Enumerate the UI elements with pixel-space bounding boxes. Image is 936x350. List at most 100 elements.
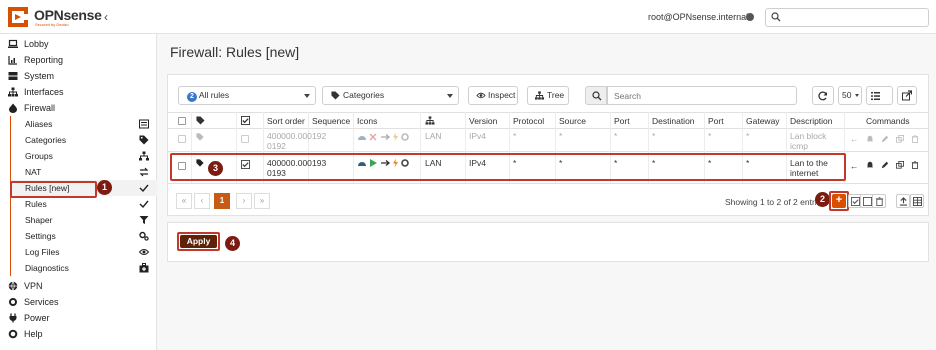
column-header-sort-order[interactable]: Sort order	[267, 116, 305, 126]
tag-icon[interactable]	[196, 116, 205, 125]
table-header-border	[168, 128, 928, 129]
sidebar-item-firewall[interactable]: Firewall	[0, 100, 157, 116]
clone-icon[interactable]	[896, 161, 904, 169]
column-header-protocol[interactable]: Protocol	[513, 116, 544, 126]
cell-source-port: *	[614, 131, 618, 141]
sidebar-item-system[interactable]: System	[0, 68, 157, 84]
pagination-last[interactable]: »	[254, 193, 270, 209]
pagination-prev[interactable]: ‹	[194, 193, 210, 209]
sidebar-item-label: NAT	[25, 167, 42, 177]
rule-enabled-checkbox[interactable]	[241, 135, 249, 143]
add-rule-button[interactable]: +	[832, 194, 846, 208]
delete-selected-button[interactable]	[872, 194, 886, 208]
column-divider	[844, 112, 845, 183]
categories-select[interactable]: Categories	[322, 86, 459, 105]
rule-icons	[358, 158, 409, 168]
cell-destination-port: *	[708, 131, 712, 141]
cell-sequence: 192	[312, 131, 327, 141]
sidebar-item-nat[interactable]: NAT	[10, 164, 157, 180]
row-select-checkbox[interactable]	[178, 162, 186, 170]
row-select-checkbox[interactable]	[178, 135, 186, 143]
rule-enabled-checkbox[interactable]	[241, 160, 250, 169]
export-button[interactable]	[897, 86, 917, 105]
top-bar: OPNsense Secured by Deciso ‹ root@OPNsen…	[0, 0, 936, 34]
page-size-value: 50	[842, 90, 852, 100]
clone-icon[interactable]	[896, 135, 904, 143]
sidebar-item-aliases[interactable]: Aliases	[10, 116, 157, 132]
column-header-gateway[interactable]: Gateway	[746, 116, 780, 126]
sidebar-item-reporting[interactable]: Reporting	[0, 52, 157, 68]
sidebar-item-services[interactable]: Services	[0, 294, 157, 310]
cell-description: Lan to the internet	[790, 158, 828, 178]
quick-arrow-icon	[381, 134, 391, 140]
sidebar-item-lobby[interactable]: Lobby	[0, 36, 157, 52]
sidebar-item-rules-new[interactable]: Rules [new]	[10, 180, 157, 196]
sidebar-item-vpn[interactable]: VPN	[0, 278, 157, 294]
column-header-source-port[interactable]: Port	[614, 116, 630, 126]
move-before-icon[interactable]: ←	[850, 161, 859, 171]
eye-icon	[139, 249, 149, 255]
column-header-description[interactable]: Description	[790, 116, 833, 126]
sidebar-item-rules[interactable]: Rules	[10, 196, 157, 212]
sidebar-item-help[interactable]: Help	[0, 326, 157, 342]
tree-button[interactable]: Tree	[527, 86, 569, 105]
refresh-button[interactable]	[812, 86, 834, 105]
bell-icon[interactable]	[866, 135, 874, 143]
column-select-button[interactable]	[866, 86, 893, 105]
cell-protocol: *	[513, 158, 517, 168]
sitemap-icon	[8, 87, 18, 97]
trash-icon[interactable]	[911, 161, 919, 169]
sidebar-item-interfaces[interactable]: Interfaces	[0, 84, 157, 100]
user-label[interactable]: root@OPNsense.internal	[648, 12, 748, 22]
table-icon	[913, 197, 922, 206]
inspect-button-label: Inspect	[488, 90, 516, 100]
column-divider	[191, 112, 192, 183]
opnsense-logo[interactable]: OPNsense Secured by Deciso	[6, 5, 114, 29]
column-header-destination-port[interactable]: Port	[708, 116, 724, 126]
trash-icon[interactable]	[911, 135, 919, 143]
global-search[interactable]	[765, 8, 929, 27]
grid-view-button[interactable]	[910, 194, 924, 208]
global-search-input[interactable]	[786, 10, 926, 25]
check-icon	[139, 200, 149, 209]
column-divider	[704, 112, 705, 183]
sidebar-item-groups[interactable]: Groups	[10, 148, 157, 164]
sidebar-item-label: Diagnostics	[25, 263, 69, 273]
sidebar-item-log-files[interactable]: Log Files	[10, 244, 157, 260]
bell-icon[interactable]	[866, 161, 874, 169]
pagination-next[interactable]: ›	[236, 193, 252, 209]
sidebar-item-categories[interactable]: Categories	[10, 132, 157, 148]
chevron-down-icon	[447, 94, 453, 98]
cell-source-port: *	[614, 158, 618, 168]
column-header-sequence[interactable]: Sequence	[312, 116, 350, 126]
edit-icon[interactable]	[881, 135, 889, 143]
sidebar-item-settings[interactable]: Settings	[10, 228, 157, 244]
edit-icon[interactable]	[881, 161, 889, 169]
interface-select[interactable]: 2 All rules	[178, 86, 316, 105]
column-header-destination[interactable]: Destination	[652, 116, 695, 126]
callout-badge-2: 2	[815, 192, 830, 207]
sidebar-item-label: Categories	[25, 135, 67, 145]
sidebar-item-shaper[interactable]: Shaper	[10, 212, 157, 228]
pagination-first[interactable]: «	[176, 193, 192, 209]
sidebar-item-diagnostics[interactable]: Diagnostics	[10, 260, 157, 276]
column-header-icons[interactable]: Icons	[357, 116, 377, 126]
cell-sequence: 193	[312, 158, 327, 168]
network-icon[interactable]	[425, 116, 435, 125]
column-header-version[interactable]: Version	[469, 116, 497, 126]
checked-box-icon[interactable]	[241, 116, 250, 125]
apply-button[interactable]: Apply	[180, 235, 217, 248]
rules-search-input[interactable]	[607, 86, 797, 105]
status-indicator-icon[interactable]	[746, 13, 754, 21]
pagination-page-1[interactable]: 1	[214, 193, 230, 209]
column-header-source[interactable]: Source	[559, 116, 586, 126]
quick-arrow-icon	[381, 160, 391, 166]
inspect-button[interactable]: Inspect	[468, 86, 518, 105]
collapse-sidebar-icon[interactable]: ‹	[104, 10, 108, 24]
upload-button[interactable]	[896, 194, 910, 208]
column-divider	[465, 112, 466, 183]
sidebar-item-power[interactable]: Power	[0, 310, 157, 326]
select-all-checkbox[interactable]	[178, 117, 186, 125]
move-before-icon[interactable]: ←	[850, 134, 859, 144]
page-size-select[interactable]: 50	[838, 86, 862, 105]
